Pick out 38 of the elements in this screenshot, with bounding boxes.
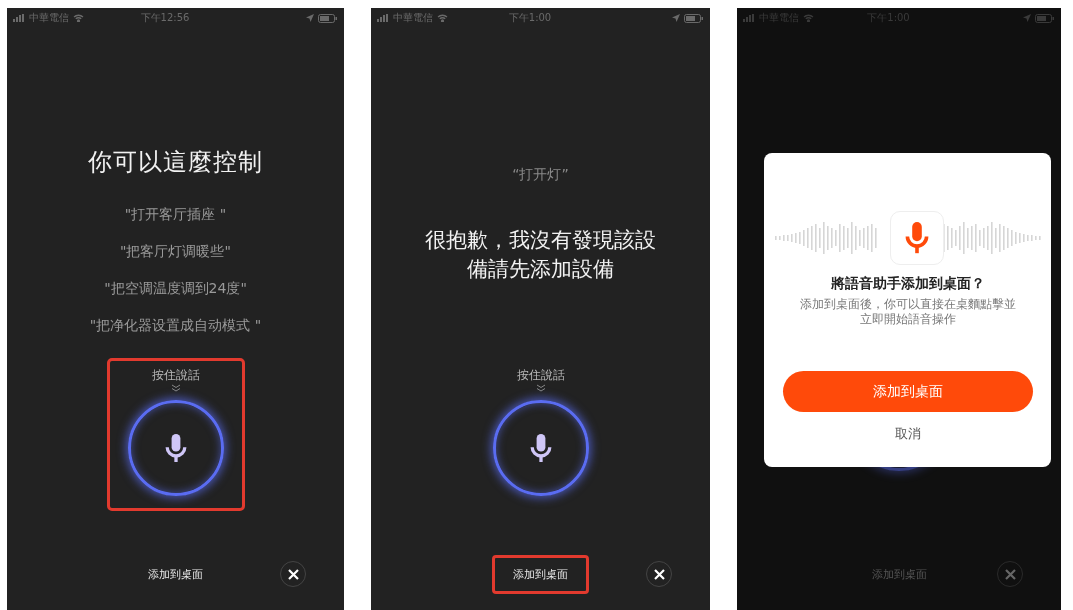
microphone-button[interactable] (127, 400, 224, 496)
example-command: "把净化器设置成自动模式 " (89, 317, 262, 335)
error-message: 很抱歉，我沒有發現該設備請先添加設備 (424, 227, 657, 283)
microphone-icon (164, 433, 187, 463)
dialog-description: 添加到桌面後，你可以直接在桌麵點擊並立即開始語音操作 (798, 297, 1017, 327)
add-to-desktop-button[interactable]: 添加到桌面 (492, 554, 589, 594)
carrier-name: 中華電信 (393, 11, 433, 25)
signal-icon (377, 14, 389, 22)
microphone-icon (904, 222, 929, 254)
dialog-title: 將語音助手添加到桌面？ (830, 275, 985, 293)
carrier-name: 中華電信 (29, 11, 69, 25)
hold-to-talk-label: 按住說話 (151, 367, 200, 384)
location-icon (1023, 14, 1031, 22)
location-icon (672, 14, 680, 22)
location-icon (306, 14, 314, 22)
example-command: "把空调温度调到24度" (104, 280, 247, 298)
add-to-desktop-button[interactable]: 添加到桌面 (127, 554, 224, 594)
wifi-icon (803, 14, 814, 22)
chevron-down-icon (535, 384, 546, 392)
battery-icon (1035, 13, 1055, 23)
wifi-icon (73, 14, 84, 22)
close-icon (653, 568, 665, 580)
example-command: "打开客厅插座 " (124, 206, 227, 224)
battery-icon (318, 13, 338, 23)
spoken-query: “打开灯” (512, 166, 569, 184)
signal-icon (743, 14, 755, 22)
close-icon (287, 568, 299, 580)
wifi-icon (437, 14, 448, 22)
hold-to-talk-label: 按住說話 (516, 367, 565, 384)
cancel-button[interactable]: 取消 (888, 424, 927, 444)
example-command: "把客厅灯调暖些" (120, 243, 231, 261)
microphone-button[interactable] (492, 400, 589, 496)
signal-icon (13, 14, 25, 22)
screen-title: 你可以這麼控制 (88, 147, 263, 178)
close-icon (1004, 568, 1016, 580)
battery-icon (684, 13, 704, 23)
chevron-down-icon (170, 384, 181, 392)
microphone-icon (529, 433, 552, 463)
